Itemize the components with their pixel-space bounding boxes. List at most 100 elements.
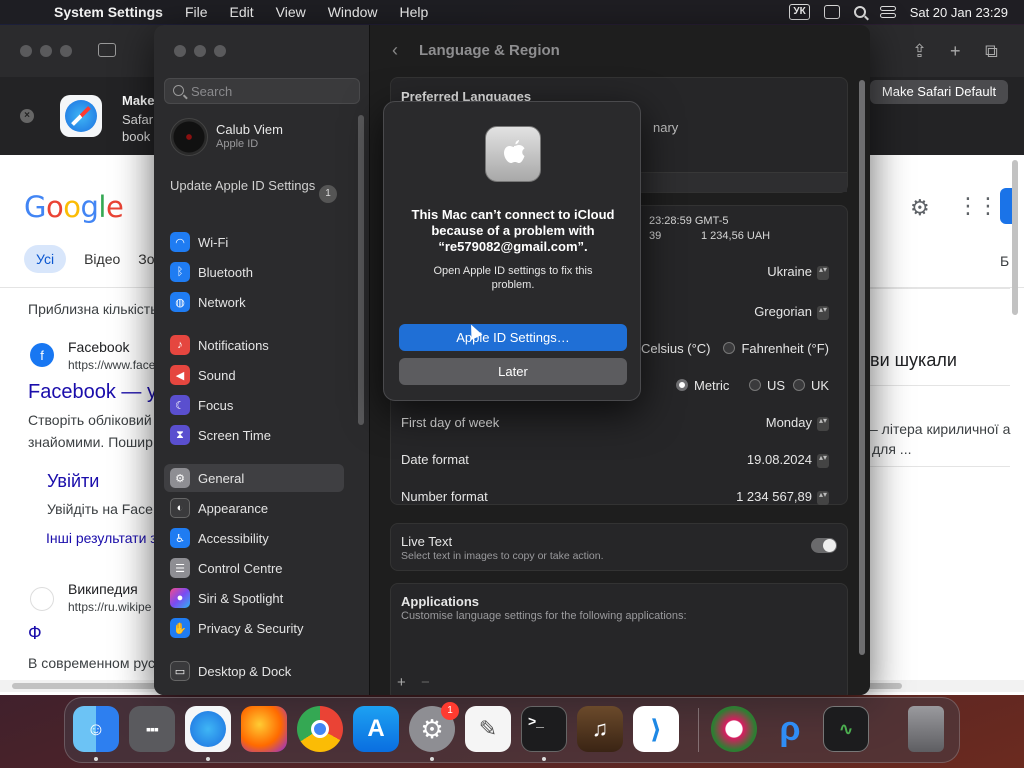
sidebar-item-wifi[interactable]: ◠ Wi-Fi <box>164 228 344 256</box>
menu-help[interactable]: Help <box>400 4 429 20</box>
keyboard-layout-indicator[interactable]: УК <box>789 4 810 20</box>
menubar-clock[interactable]: Sat 20 Jan 23:29 <box>910 5 1008 20</box>
screen-mirroring-icon[interactable] <box>823 5 840 19</box>
sidebar-item-label: Appearance <box>198 500 269 516</box>
make-safari-default-button[interactable]: Make Safari Default <box>870 80 1008 104</box>
add-application-button[interactable]: + <box>397 674 406 691</box>
sidebar-item-general[interactable]: ⚙ General <box>164 464 344 492</box>
google-tab-all[interactable]: Усі <box>24 245 67 273</box>
more-results-link[interactable]: Інші результати з <box>46 530 157 546</box>
safari-vertical-scrollbar[interactable] <box>1012 160 1018 315</box>
safari-window-controls <box>20 45 72 57</box>
close-dot-icon[interactable] <box>20 45 32 57</box>
sidebar-item-appearance[interactable]: ◐ Appearance <box>164 494 344 522</box>
finder-icon[interactable]: ☺ <box>73 706 119 752</box>
sidebar-item-accessibility[interactable]: ♿ Accessibility <box>164 524 344 552</box>
firefox-icon[interactable] <box>241 706 287 752</box>
menu-file[interactable]: File <box>185 4 208 20</box>
stepper-icon: ▴▾ <box>817 265 829 280</box>
chrome-icon[interactable] <box>297 706 343 752</box>
metric-option[interactable]: Metric <box>676 378 729 393</box>
sidebar-item-control-centre[interactable]: ☰ Control Centre <box>164 554 344 582</box>
fahrenheit-option[interactable]: Fahrenheit (°F) <box>723 341 829 356</box>
tab-overview-icon[interactable]: ⧉ <box>985 41 998 62</box>
textedit-icon[interactable]: ✎ <box>465 706 511 752</box>
back-chevron-icon[interactable]: ‹ <box>392 40 398 61</box>
sidebar-item-siri-spotlight[interactable]: ● Siri & Spotlight <box>164 584 344 612</box>
live-text-toggle[interactable] <box>811 538 837 553</box>
sidebar-scrollbar[interactable] <box>358 115 364 425</box>
result1-title[interactable]: Facebook — у <box>28 381 157 404</box>
region-popup[interactable]: Ukraine ▴▾ <box>767 264 829 280</box>
sidebar-item-sound[interactable]: ◀ Sound <box>164 361 344 389</box>
result1-url[interactable]: https://www.face <box>68 358 155 372</box>
menu-window[interactable]: Window <box>328 4 378 20</box>
celsius-option[interactable]: Celsius (°C) <box>641 341 710 356</box>
menu-view[interactable]: View <box>276 4 306 20</box>
running-indicator <box>542 757 546 761</box>
zoom-dot-icon[interactable] <box>214 45 226 57</box>
vscode-icon[interactable]: ⟩ <box>633 706 679 752</box>
metric-radio[interactable] <box>676 379 688 391</box>
menu-app-name[interactable]: System Settings <box>54 4 163 20</box>
result2-title[interactable]: Ф <box>28 623 42 644</box>
sidebar-item-screen-time[interactable]: ⧗ Screen Time <box>164 421 344 449</box>
google-tab-video[interactable]: Відео <box>84 251 120 267</box>
terminal-icon[interactable]: >_ <box>521 706 567 752</box>
sidebar-item-network[interactable]: ◍ Network <box>164 288 344 316</box>
minimize-dot-icon[interactable] <box>194 45 206 57</box>
sidebar-item-notifications[interactable]: ♪ Notifications <box>164 331 344 359</box>
update-apple-id-settings[interactable]: Update Apple ID Settings <box>170 178 320 194</box>
us-radio[interactable] <box>749 379 761 391</box>
safari-icon[interactable] <box>185 706 231 752</box>
remove-application-button[interactable]: − <box>421 674 430 691</box>
google-tab-images[interactable]: Зо <box>138 251 154 267</box>
settings-search-input[interactable]: Search <box>164 78 360 104</box>
garageband-icon[interactable]: ♫ <box>577 706 623 752</box>
sidebar-item-bluetooth[interactable]: ᛒ Bluetooth <box>164 258 344 286</box>
sidebar-toggle-icon[interactable] <box>98 43 116 57</box>
right-edge-letter: Б <box>1000 253 1010 269</box>
activity-monitor-icon[interactable]: ∿ <box>823 706 869 752</box>
date-format-popup[interactable]: 19.08.2024 ▴▾ <box>747 452 829 468</box>
number-format-row[interactable]: Number format 1 234 567,89 ▴▾ <box>401 479 839 505</box>
account-subtitle: Apple ID <box>216 138 259 150</box>
google-tabs: Усі Відео Зо <box>24 245 155 273</box>
sublink-title[interactable]: Увійти <box>47 471 99 492</box>
apple-id-settings-button[interactable]: Apple ID Settings… <box>399 324 627 351</box>
speaker-icon: ◀ <box>170 365 190 385</box>
spotlight-search-icon[interactable] <box>853 6 866 18</box>
sidebar-item-desktop-dock[interactable]: ▭ Desktop & Dock <box>164 657 344 685</box>
menu-edit[interactable]: Edit <box>230 4 254 20</box>
result2-url[interactable]: https://ru.wikipe <box>68 600 151 614</box>
google-logo[interactable]: Google <box>24 190 124 224</box>
new-tab-icon[interactable]: + <box>950 41 961 62</box>
uk-radio[interactable] <box>792 379 805 391</box>
main-pane-scrollbar[interactable] <box>859 80 865 655</box>
uk-option[interactable]: UK <box>792 378 829 393</box>
control-centre-icon[interactable] <box>879 6 896 18</box>
zoom-dot-icon[interactable] <box>60 45 72 57</box>
later-button[interactable]: Later <box>399 358 627 385</box>
sidebar-item-focus[interactable]: ☾ Focus <box>164 391 344 419</box>
sidebar-item-privacy-security[interactable]: ✋ Privacy & Security <box>164 614 344 642</box>
share-icon[interactable]: ⇪ <box>912 41 927 62</box>
number-format-popup[interactable]: 1 234 567,89 ▴▾ <box>736 489 829 505</box>
minimize-dot-icon[interactable] <box>40 45 52 57</box>
parallels-icon[interactable]: ρ <box>767 706 813 752</box>
date-format-row[interactable]: Date format 19.08.2024 ▴▾ <box>401 442 839 478</box>
us-option[interactable]: US <box>749 378 785 393</box>
calendar-popup[interactable]: Gregorian ▴▾ <box>754 304 829 320</box>
close-dot-icon[interactable] <box>174 45 186 57</box>
fahrenheit-radio[interactable] <box>723 342 736 354</box>
first-day-row[interactable]: First day of week Monday ▴▾ <box>401 405 839 441</box>
first-day-popup[interactable]: Monday ▴▾ <box>766 415 829 431</box>
close-banner-icon[interactable]: × <box>20 109 34 123</box>
daisy-disk-icon[interactable] <box>711 706 757 752</box>
launchpad-icon[interactable]: ▪▪▪ <box>129 706 175 752</box>
trash-icon[interactable] <box>908 706 944 752</box>
google-settings-gear-icon[interactable]: ⚙ <box>910 195 930 221</box>
app-store-icon[interactable]: A <box>353 706 399 752</box>
settings-sidebar: Search Calub Viem Apple ID Update Apple … <box>154 25 370 695</box>
settings-window-controls <box>174 45 226 57</box>
